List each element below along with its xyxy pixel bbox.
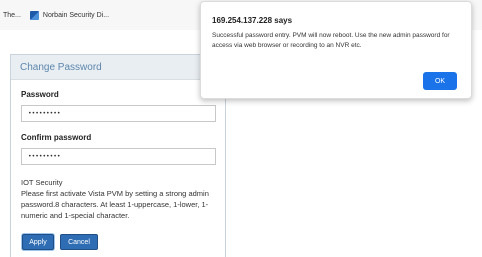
password-input[interactable] bbox=[21, 105, 216, 122]
cancel-button[interactable]: Cancel bbox=[60, 234, 98, 250]
bookmark-item[interactable]: The... bbox=[3, 12, 21, 19]
panel-title: Change Password bbox=[11, 55, 225, 80]
bookmark-label: The... bbox=[3, 11, 21, 19]
confirm-password-input[interactable] bbox=[21, 148, 216, 165]
confirm-password-label: Confirm password bbox=[21, 133, 92, 142]
password-label: Password bbox=[21, 90, 59, 99]
dialog-message: Successful password entry. PVM will now … bbox=[212, 32, 450, 49]
apply-button[interactable]: Apply bbox=[22, 234, 54, 250]
iot-security-text: Please first activate Vista PVM by setti… bbox=[21, 189, 209, 220]
change-password-panel: Change Password Password Confirm passwor… bbox=[10, 54, 226, 257]
bookmark-label: Norbain Security Di... bbox=[42, 11, 110, 19]
dialog-title: 169.254.137.228 says bbox=[212, 16, 293, 25]
alert-dialog: 169.254.137.228 says Successful password… bbox=[200, 1, 472, 99]
iot-security-heading: IOT Security bbox=[21, 178, 63, 187]
bookmark-norbain[interactable]: Norbain Security Di... bbox=[29, 10, 110, 20]
ok-button[interactable]: OK bbox=[423, 72, 457, 90]
norbain-favicon-icon bbox=[29, 10, 39, 20]
